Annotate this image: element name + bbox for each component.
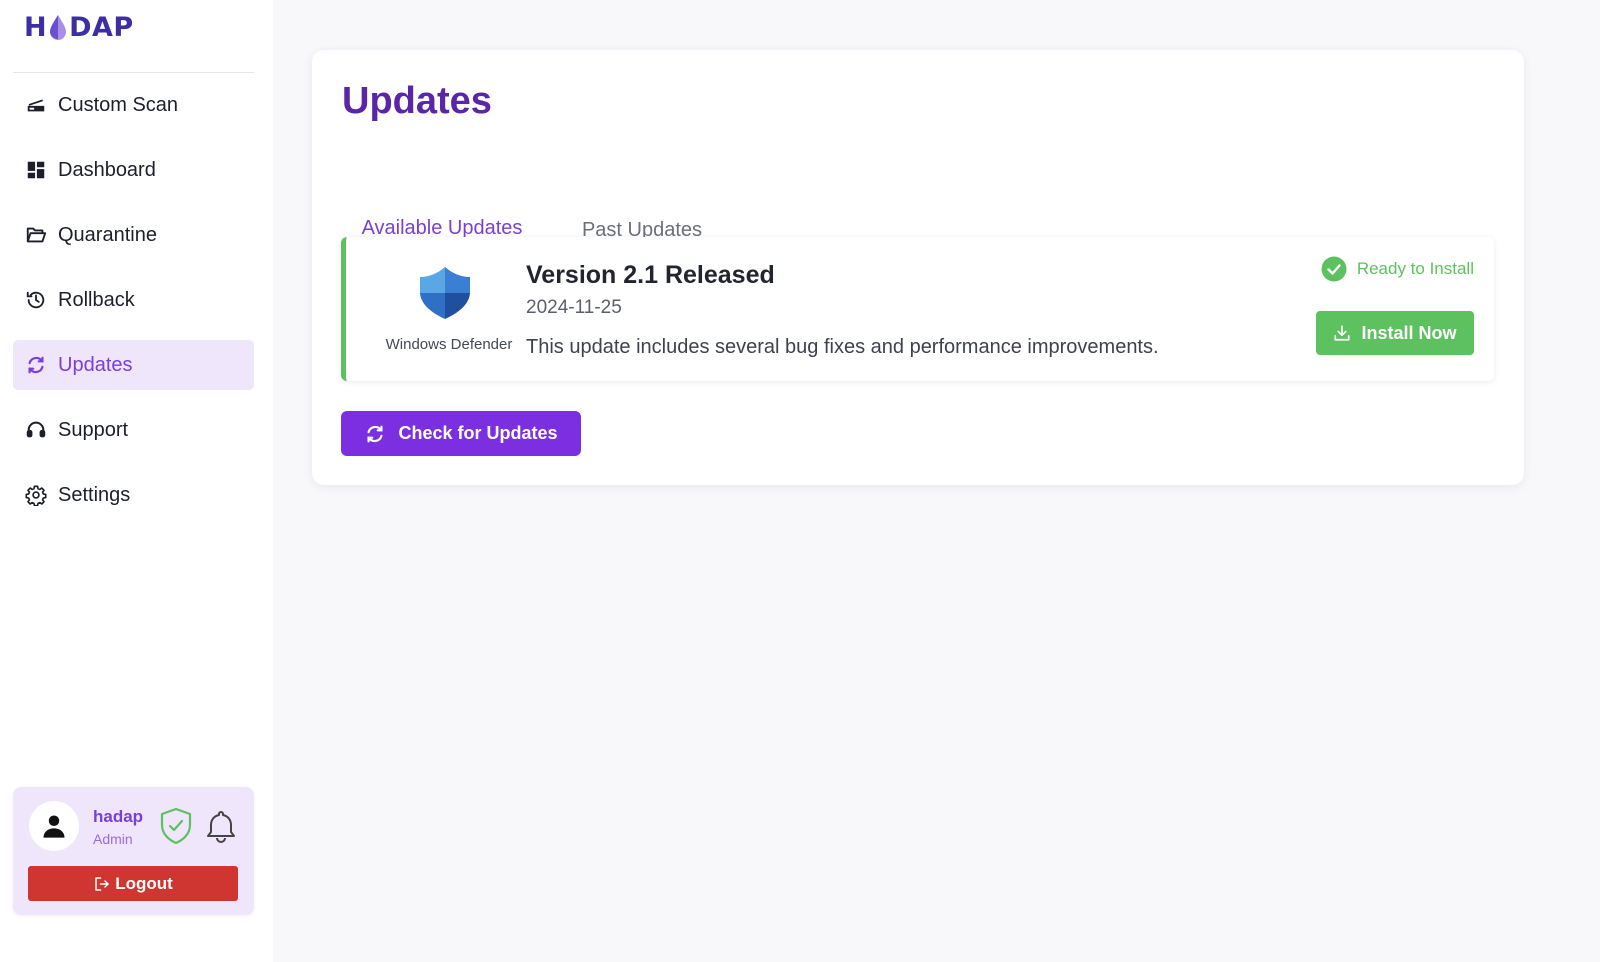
sidebar-item-label: Settings — [58, 483, 131, 506]
status-text: Ready to Install — [1356, 259, 1474, 278]
update-description: This update includes several bug fixes a… — [526, 336, 1159, 358]
logout-button[interactable]: Logout — [28, 866, 238, 901]
update-date: 2024-11-25 — [526, 297, 622, 318]
sidebar-item-dashboard[interactable]: Dashboard — [13, 145, 254, 195]
sidebar-item-quarantine[interactable]: Quarantine — [13, 210, 254, 260]
update-title: Version 2.1 Released — [526, 261, 775, 289]
scanner-icon — [24, 93, 48, 117]
divider — [13, 72, 254, 73]
sidebar-item-settings[interactable]: Settings — [13, 470, 254, 520]
sync-icon — [24, 353, 48, 377]
logout-icon — [95, 876, 109, 891]
sidebar-item-label: Rollback — [58, 288, 135, 311]
user-icon — [43, 815, 65, 838]
folder-open-icon — [24, 223, 48, 247]
sync-icon — [367, 425, 383, 442]
sidebar-item-support[interactable]: Support — [13, 405, 254, 455]
sidebar: H DAP Custom Scan Dashboard Quarantine R… — [0, 0, 273, 962]
headset-icon — [24, 418, 48, 442]
app-logo[interactable]: H DAP — [24, 11, 134, 43]
history-icon — [24, 288, 48, 312]
avatar[interactable] — [29, 801, 79, 851]
check-for-updates-label: Check for Updates — [398, 423, 558, 443]
install-now-label: Install Now — [1361, 322, 1457, 343]
sidebar-item-rollback[interactable]: Rollback — [13, 275, 254, 325]
sidebar-nav: Custom Scan Dashboard Quarantine Rollbac… — [13, 80, 254, 535]
vendor-label: Windows Defender — [385, 336, 513, 353]
check-for-updates-button[interactable]: Check for Updates — [341, 411, 581, 456]
sidebar-item-label: Custom Scan — [58, 93, 179, 116]
sidebar-item-label: Support — [58, 418, 129, 441]
update-item: Windows Defender Version 2.1 Released 20… — [341, 237, 1494, 381]
user-card: hadap Admin Logout — [13, 787, 254, 915]
page-title: Updates — [342, 80, 492, 122]
logout-label: Logout — [115, 873, 173, 893]
status-badge: Ready to Install — [1321, 256, 1474, 282]
dashboard-icon — [24, 158, 48, 182]
gear-icon — [24, 483, 48, 507]
windows-defender-shield-icon — [420, 267, 470, 319]
logo-drop-icon — [50, 15, 67, 40]
logo-text-right: DAP — [69, 11, 134, 43]
updates-card: Updates Available Updates Past Updates W… — [312, 50, 1524, 485]
logo-text-left: H — [24, 11, 48, 43]
user-name: hadap — [93, 807, 144, 826]
install-now-button[interactable]: Install Now — [1316, 311, 1474, 355]
shield-check-icon[interactable] — [159, 807, 193, 845]
sidebar-item-label: Updates — [58, 353, 133, 376]
sidebar-item-custom-scan[interactable]: Custom Scan — [13, 80, 254, 130]
sidebar-item-label: Quarantine — [58, 223, 157, 246]
user-role: Admin — [93, 831, 133, 847]
download-icon — [1334, 325, 1351, 341]
check-circle-icon — [1321, 256, 1347, 282]
sidebar-item-label: Dashboard — [58, 158, 156, 181]
bell-icon[interactable] — [205, 809, 237, 843]
sidebar-item-updates[interactable]: Updates — [13, 340, 254, 390]
